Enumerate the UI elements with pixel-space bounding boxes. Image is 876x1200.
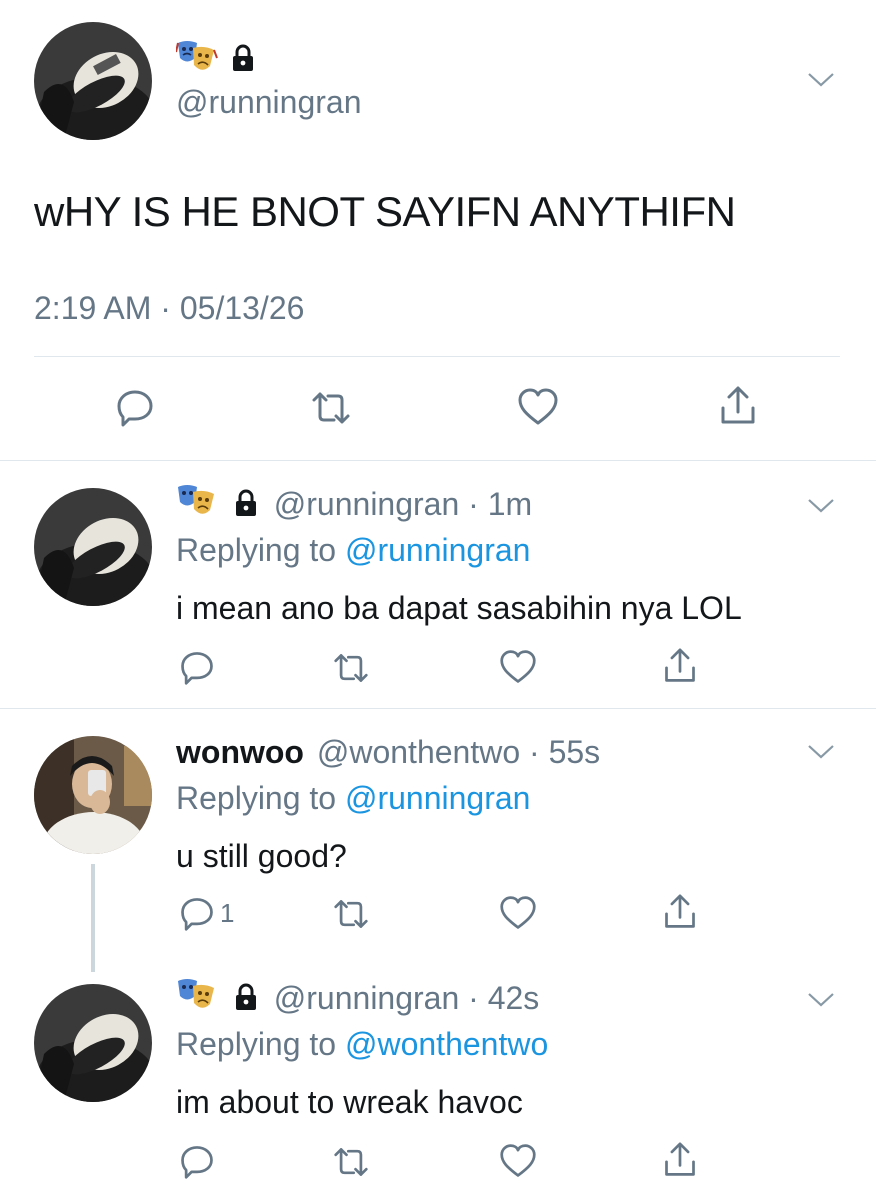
display-name[interactable]: wonwoo [176,734,304,770]
lock-icon [230,43,256,78]
like-icon [518,388,558,425]
reply-button[interactable] [178,648,216,686]
dot-separator: · [468,980,479,1016]
tweet-handle[interactable]: @runningran [176,84,361,121]
replying-to-label: Replying to [176,780,337,816]
tweet-date: 05/13/26 [179,290,305,326]
reply-handle[interactable]: @runningran [274,980,459,1016]
avatar[interactable] [34,984,152,1102]
replying-to: Replying to @runningran [176,780,530,817]
performing-arts-emoji [176,484,218,529]
share-button[interactable] [662,646,698,686]
dot-separator: · [529,734,540,770]
retweet-button[interactable] [330,650,372,686]
replying-to-link[interactable]: @wonthentwo [345,1026,548,1062]
reply-handle[interactable]: @wonthentwo [317,734,520,770]
reply-button[interactable]: 1 [178,894,234,932]
share-icon [721,386,755,424]
divider [0,708,876,709]
tweet-text: wHY IS HE BNOT SAYIFN ANYTHIFN [34,188,736,235]
retweet-button[interactable] [330,1144,372,1180]
replying-to-link[interactable]: @runningran [345,532,530,568]
like-icon [500,896,536,929]
lock-icon [233,487,259,527]
share-button[interactable] [718,384,758,428]
reply-text: im about to wreak havoc [176,1084,523,1120]
chevron-down-icon[interactable] [806,496,836,516]
like-button[interactable] [498,894,538,932]
replying-to-label: Replying to [176,532,337,568]
avatar[interactable] [34,488,152,606]
performing-arts-emoji [176,978,218,1023]
chevron-down-icon[interactable] [806,742,836,762]
reply-handle[interactable]: @runningran [274,486,459,522]
retweet-icon [334,900,368,928]
reply-text: u still good? [176,838,347,874]
reply-age: 55s [548,734,601,770]
replying-to-label: Replying to [176,1026,337,1062]
like-button[interactable] [498,1142,538,1180]
reply-icon [117,390,153,427]
reply-age: 42s [487,980,540,1016]
reply-text: i mean ano ba dapat sasabihin nya LOL [176,590,742,626]
tweet-time: 2:19 AM [34,290,152,326]
retweet-icon [312,392,350,424]
share-icon [665,648,695,682]
timestamp-separator: · [160,290,171,326]
reply-header: @runningran · 42s [176,978,539,1023]
share-button[interactable] [662,892,698,932]
reply-age: 1m [487,486,533,522]
reply-icon [181,1146,213,1179]
dot-separator: · [468,486,479,522]
share-button[interactable] [662,1140,698,1180]
divider [0,460,876,461]
badges [175,40,256,81]
like-button[interactable] [498,648,538,686]
retweet-icon [334,1148,368,1176]
like-icon [500,650,536,683]
like-icon [500,1144,536,1177]
replying-to: Replying to @wonthentwo [176,1026,548,1063]
retweet-button[interactable] [308,388,354,428]
chevron-down-icon[interactable] [806,70,836,90]
avatar[interactable] [34,736,152,854]
chevron-down-icon[interactable] [806,990,836,1010]
thread-line [91,864,95,972]
reply-header: @runningran · 1m [176,484,532,529]
replying-to: Replying to @runningran [176,532,530,569]
reply-header: wonwoo @wonthentwo · 55s [176,732,600,772]
reply-count: 1 [220,897,235,928]
reply-icon [181,652,213,685]
reply-button[interactable] [114,386,156,428]
reply-icon [181,898,213,931]
retweet-button[interactable] [330,896,372,932]
reply-button[interactable] [178,1142,216,1180]
share-icon [665,1142,695,1176]
performing-arts-emoji [175,40,218,81]
avatar[interactable] [34,22,152,140]
lock-icon [233,981,259,1021]
like-button[interactable] [516,386,560,428]
share-icon [665,894,695,928]
replying-to-link[interactable]: @runningran [345,780,530,816]
retweet-icon [334,654,368,682]
divider [34,356,840,357]
tweet-timestamp: 2:19 AM · 05/13/26 [34,290,304,327]
